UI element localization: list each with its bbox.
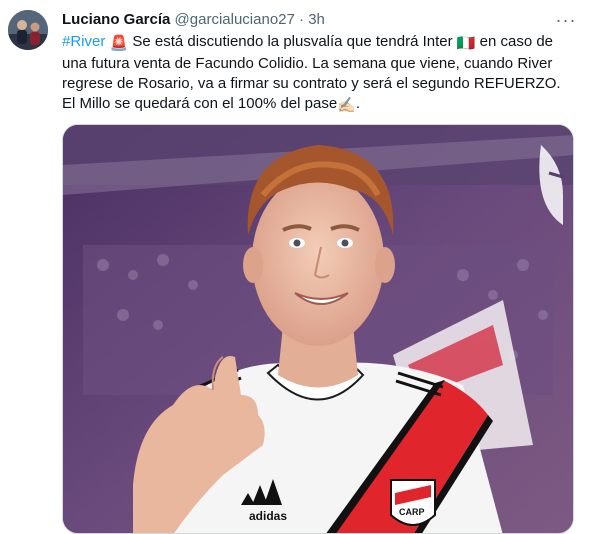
hashtag-link[interactable]: #River <box>62 33 105 50</box>
tweet-text: #River 🚨 Se está discutiendo la plusvalí… <box>62 32 572 116</box>
rotating-light-emoji: 🚨 <box>109 35 129 52</box>
adidas-logo-text: adidas <box>249 509 288 523</box>
tweet-text-part1: Se está discutiendo la plusvalía que ten… <box>128 33 457 50</box>
tweet-timestamp[interactable]: 3h <box>308 11 325 28</box>
crest-text: CARP <box>399 507 425 517</box>
header-separator: · <box>299 11 305 28</box>
tweet[interactable]: Luciano García @garcialuciano27 · 3h ···… <box>0 0 592 534</box>
player-photo <box>63 125 573 533</box>
river-plate-crest <box>390 479 436 526</box>
author-display-name[interactable]: Luciano García <box>62 11 170 28</box>
tweet-text-part3: . <box>355 95 361 112</box>
avatar-image <box>8 10 48 50</box>
tweet-media-photo[interactable]: adidas CARP <box>62 124 574 534</box>
tweet-header: Luciano García @garcialuciano27 · 3h <box>62 10 552 30</box>
italy-flag-emoji: 🇮🇹 <box>456 35 476 52</box>
author-handle[interactable]: @garcialuciano27 <box>175 11 295 28</box>
writing-hand-emoji: ✍🏻 <box>337 97 356 114</box>
more-dots-icon: ··· <box>555 9 577 30</box>
avatar[interactable] <box>8 10 48 50</box>
more-options-button[interactable]: ··· <box>554 8 578 32</box>
